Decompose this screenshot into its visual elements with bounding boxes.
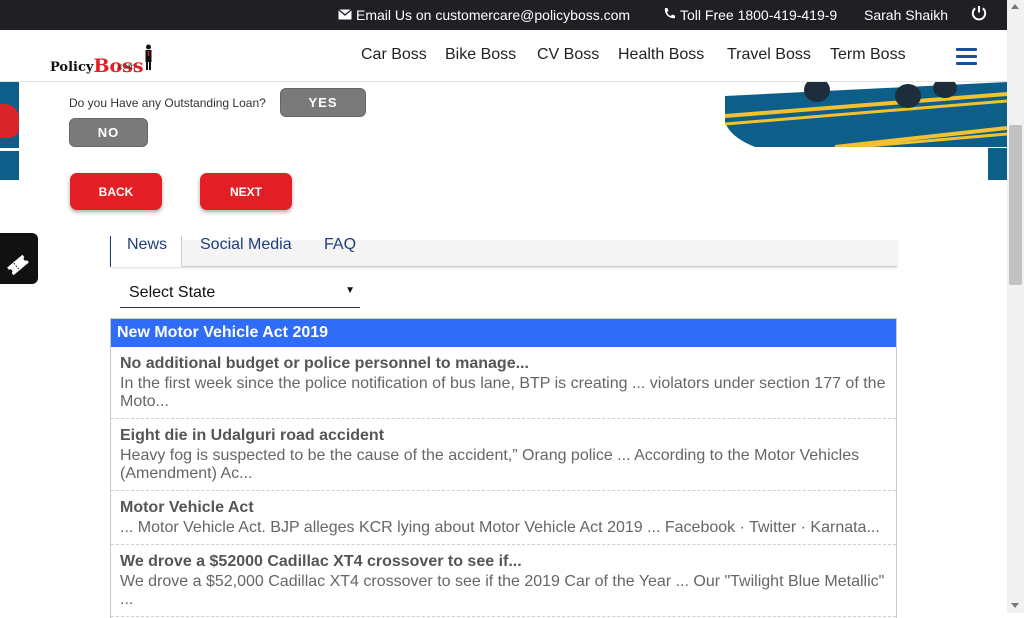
state-select[interactable]: Select State ▼ [120,283,360,308]
nav-bike-boss[interactable]: Bike Boss [445,46,516,64]
user-name[interactable]: Sarah Shaikh [864,7,948,23]
news-title[interactable]: Motor Vehicle Act [120,499,887,517]
main-navbar: Policy Boss .com Car Boss Bike Boss CV B… [0,30,1007,82]
road-illustration [725,82,1007,147]
news-item[interactable]: Eight die in Udalguri road accident Heav… [111,419,896,491]
nav-health-boss[interactable]: Health Boss [618,46,704,64]
tab-social-media[interactable]: Social Media [200,236,292,254]
yes-button[interactable]: YES [280,88,366,117]
nav-travel-boss[interactable]: Travel Boss [727,46,811,64]
chevron-down-icon: ▼ [345,285,355,296]
next-button[interactable]: NEXT [200,173,292,210]
nav-term-boss[interactable]: Term Boss [830,46,906,64]
news-panel: New Motor Vehicle Act 2019 No additional… [110,318,897,618]
top-contact-bar: Email Us on customercare@policyboss.com … [0,0,1007,30]
red-car-illustration [0,104,19,138]
news-desc: Heavy fog is suspected to be the cause o… [120,447,860,482]
news-desc: ... Motor Vehicle Act. BJP alleges KCR l… [120,519,880,536]
news-title[interactable]: No additional budget or police personnel… [120,355,887,373]
news-item[interactable]: We drove a $52000 Cadillac XT4 crossover… [111,545,896,617]
email-label: Email Us on customercare@policyboss.com [356,7,631,23]
news-heading: New Motor Vehicle Act 2019 [111,319,896,347]
back-button[interactable]: BACK [70,173,162,210]
phone-label: Toll Free 1800-419-419-9 [680,7,838,23]
phone-contact[interactable]: Toll Free 1800-419-419-9 [663,7,837,23]
email-contact[interactable]: Email Us on customercare@policyboss.com [338,7,630,23]
tab-news[interactable]: News [110,236,182,267]
page-scrollbar[interactable] [1007,0,1024,613]
state-select-value: Select State [129,284,216,301]
phone-icon [663,7,676,23]
news-item[interactable]: No additional budget or police personnel… [111,347,896,419]
scroll-down-arrow-icon[interactable] [1011,603,1019,608]
ticket-icon[interactable] [0,246,38,284]
news-desc: We drove a $52,000 Cadillac XT4 crossove… [120,573,885,608]
news-desc: In the first week since the police notif… [120,375,886,410]
loan-question: Do you Have any Outstanding Loan? [69,96,266,110]
nav-car-boss[interactable]: Car Boss [361,46,427,64]
scroll-up-arrow-icon[interactable] [1011,4,1019,9]
news-title[interactable]: We drove a $52000 Cadillac XT4 crossover… [120,553,887,571]
hamburger-menu-icon[interactable] [956,48,977,66]
logo-man-icon [144,44,153,75]
no-button[interactable]: NO [69,118,148,147]
power-icon[interactable] [970,4,988,22]
tab-faq[interactable]: FAQ [324,236,356,254]
news-title[interactable]: Eight die in Udalguri road accident [120,427,887,445]
policyboss-logo[interactable]: Policy Boss .com [50,44,153,76]
info-tabs: News Social Media FAQ [110,236,897,267]
nav-cv-boss[interactable]: CV Boss [537,46,599,64]
envelope-icon [338,7,352,23]
banner-right-edge [988,148,1007,180]
news-item[interactable]: Motor Vehicle Act ... Motor Vehicle Act.… [111,491,896,545]
scrollbar-thumb[interactable] [1009,125,1022,285]
